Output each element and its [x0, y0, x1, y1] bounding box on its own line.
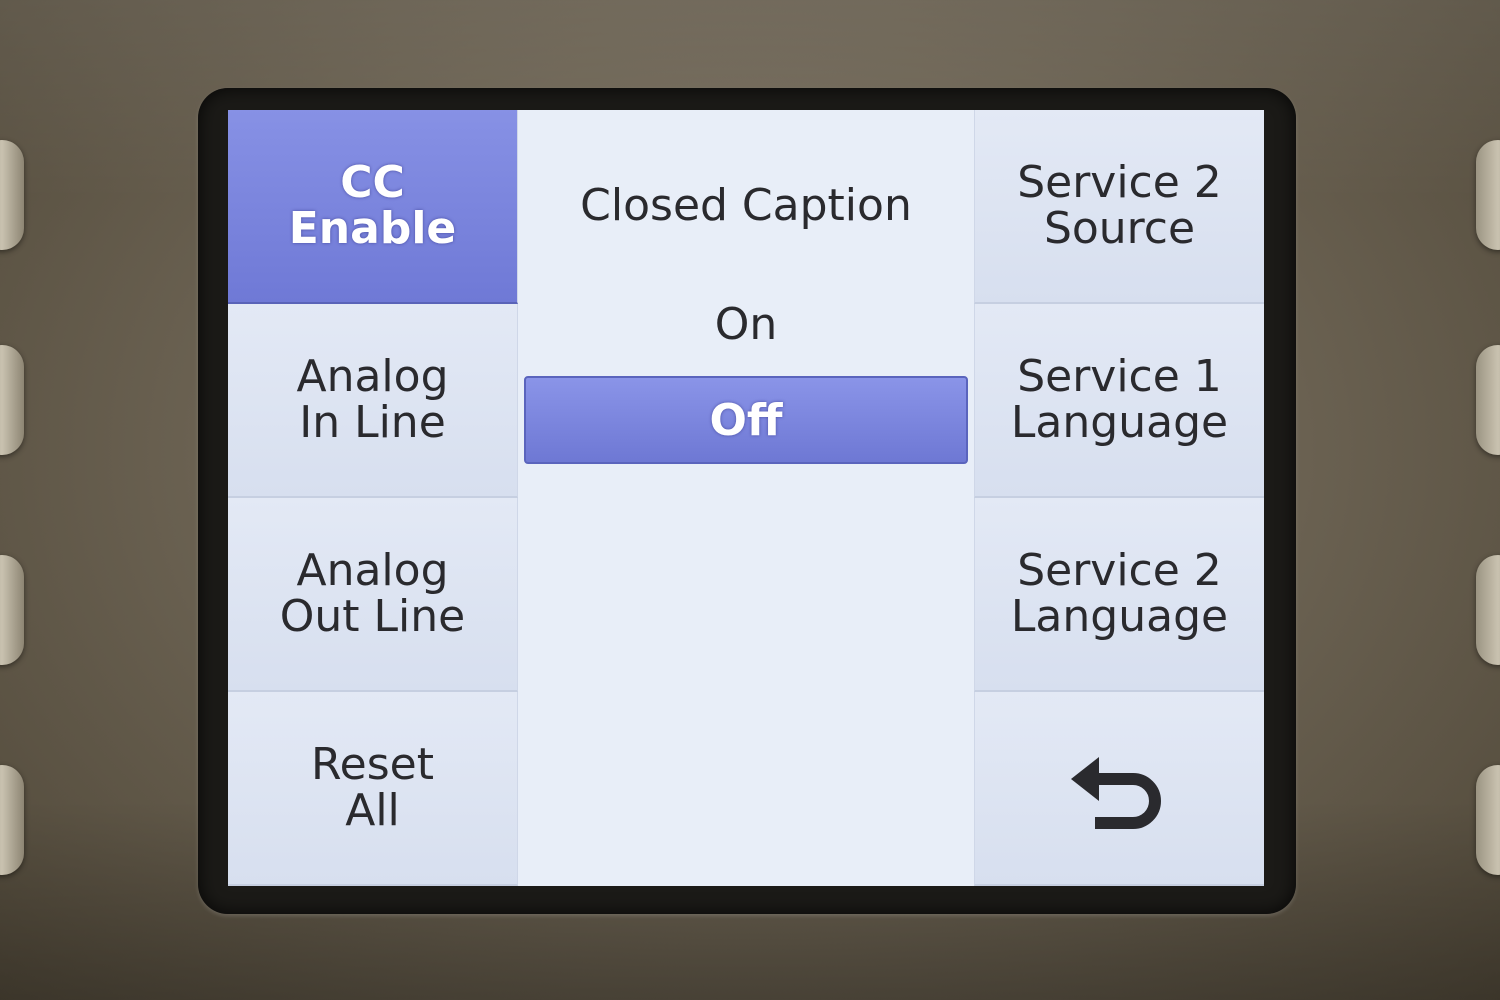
- menu-label-line: Language: [1010, 591, 1229, 642]
- hardware-button-right-1[interactable]: [1476, 140, 1500, 250]
- menu-label-line: All: [345, 785, 400, 836]
- menu-label-line: CC: [340, 157, 405, 208]
- menu-analog-in-line[interactable]: Analog In Line: [228, 304, 518, 498]
- menu-service-2-source[interactable]: Service 2 Source: [974, 110, 1264, 304]
- setting-panel: Closed Caption On Off: [518, 110, 974, 886]
- menu-cc-enable[interactable]: CC Enable: [228, 110, 518, 304]
- menu-label-line: Out Line: [279, 591, 466, 642]
- hardware-button-left-4[interactable]: [0, 765, 24, 875]
- option-label: On: [714, 298, 778, 350]
- menu-label-line: Service 2: [1017, 157, 1222, 208]
- menu-label-line: Source: [1043, 203, 1196, 254]
- hardware-button-left-1[interactable]: [0, 140, 24, 250]
- menu-label-line: Analog: [296, 545, 449, 596]
- menu-label-line: Service 1: [1017, 351, 1222, 402]
- menu-label-line: In Line: [299, 397, 446, 448]
- menu-label-line: Enable: [288, 203, 457, 254]
- menu-service-2-language[interactable]: Service 2 Language: [974, 498, 1264, 692]
- menu-label-line: Service 2: [1017, 545, 1222, 596]
- menu-analog-out-line[interactable]: Analog Out Line: [228, 498, 518, 692]
- hardware-button-right-2[interactable]: [1476, 345, 1500, 455]
- hardware-button-left-3[interactable]: [0, 555, 24, 665]
- hardware-button-right-3[interactable]: [1476, 555, 1500, 665]
- back-button[interactable]: [974, 692, 1264, 886]
- panel-title: Closed Caption: [580, 180, 912, 231]
- hardware-button-right-4[interactable]: [1476, 765, 1500, 875]
- option-label: Off: [709, 394, 783, 446]
- option-on[interactable]: On: [524, 280, 968, 368]
- menu-label-line: Analog: [296, 351, 449, 402]
- menu-label-line: Language: [1010, 397, 1229, 448]
- hardware-button-left-2[interactable]: [0, 345, 24, 455]
- option-off[interactable]: Off: [524, 376, 968, 464]
- menu-label-line: Reset: [311, 739, 434, 790]
- menu-reset-all[interactable]: Reset All: [228, 692, 518, 886]
- back-arrow-icon: [1065, 743, 1175, 833]
- right-menu: Service 2 Source Service 1 Language Serv…: [974, 110, 1264, 886]
- lcd-screen: CC Enable Analog In Line Analog Out Line…: [228, 110, 1264, 886]
- left-menu: CC Enable Analog In Line Analog Out Line…: [228, 110, 518, 886]
- menu-service-1-language[interactable]: Service 1 Language: [974, 304, 1264, 498]
